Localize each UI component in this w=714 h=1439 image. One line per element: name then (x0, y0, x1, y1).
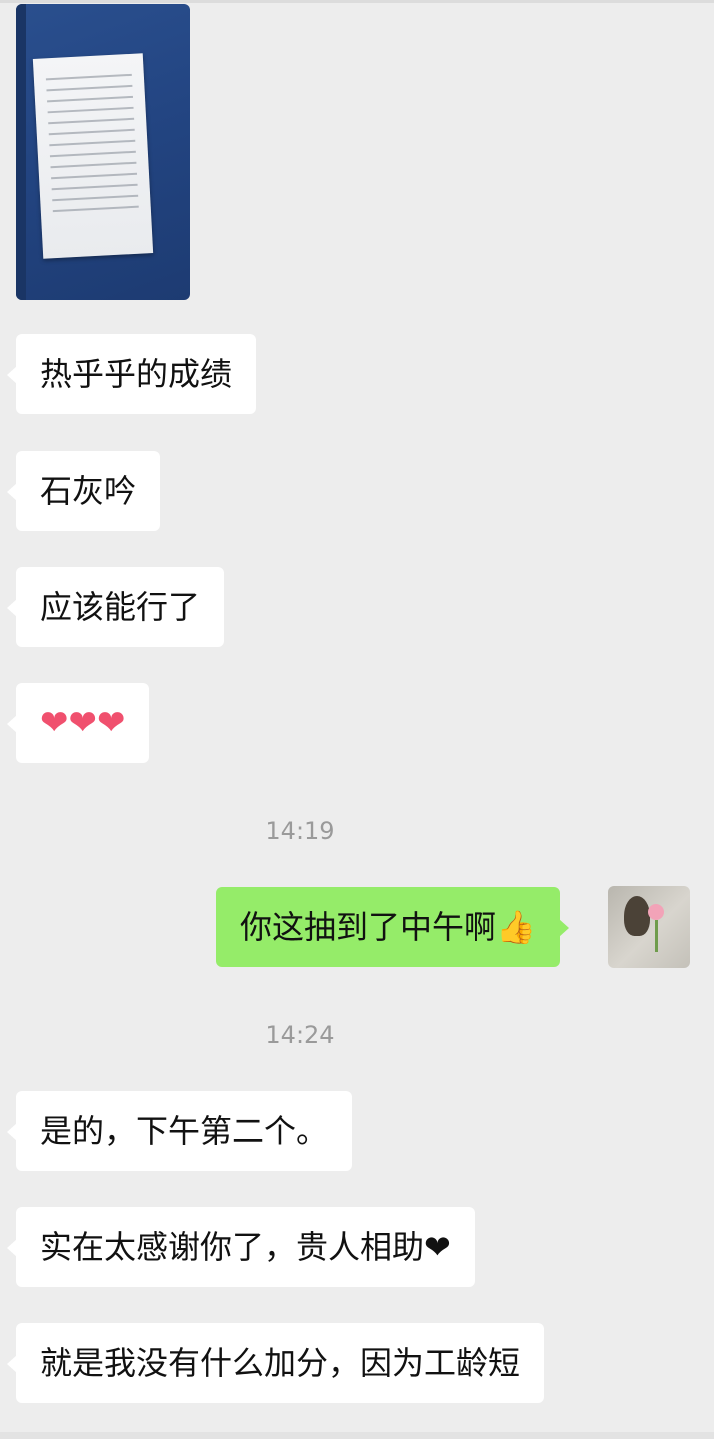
message-bubble-3[interactable]: 应该能行了 (6, 567, 225, 647)
top-divider (0, 0, 714, 3)
timestamp: 14:19 (265, 817, 335, 845)
avatar[interactable] (608, 886, 690, 968)
document-text-lines (45, 73, 140, 238)
message-bubble-hearts[interactable]: ❤❤❤ (6, 683, 150, 763)
document-photo (32, 53, 154, 259)
bottom-divider (0, 1432, 714, 1439)
flower-stem (655, 920, 658, 952)
message-bubble-6[interactable]: 实在太感谢你了，贵人相助❤ (7, 1207, 475, 1287)
message-text: 就是我没有什么加分，因为工龄短 (40, 1344, 521, 1382)
message-text: 热乎乎的成绩 (40, 355, 233, 393)
hearts-emoji: ❤❤❤ (40, 703, 126, 743)
message-text: 应该能行了 (40, 588, 201, 626)
message-bubble-5[interactable]: 是的，下午第二个。 (6, 1091, 353, 1171)
outgoing-message-bubble[interactable]: 你这抽到了中午啊👍 (216, 887, 569, 967)
photo-message[interactable] (16, 4, 190, 300)
message-text: 是的，下午第二个。 (40, 1112, 329, 1150)
flower-icon (648, 904, 664, 920)
avatar-figure (624, 896, 650, 936)
message-text: 实在太感谢你了，贵人相助❤ (40, 1228, 451, 1266)
message-bubble-1[interactable]: 热乎乎的成绩 (6, 334, 257, 414)
timestamp: 14:24 (265, 1021, 335, 1049)
message-text: 石灰吟 (40, 472, 137, 510)
message-bubble-2[interactable]: 石灰吟 (6, 451, 161, 531)
message-bubble-7[interactable]: 就是我没有什么加分，因为工龄短 (6, 1323, 545, 1403)
photo-edge (16, 4, 26, 300)
message-text: 你这抽到了中午啊👍 (240, 908, 536, 946)
